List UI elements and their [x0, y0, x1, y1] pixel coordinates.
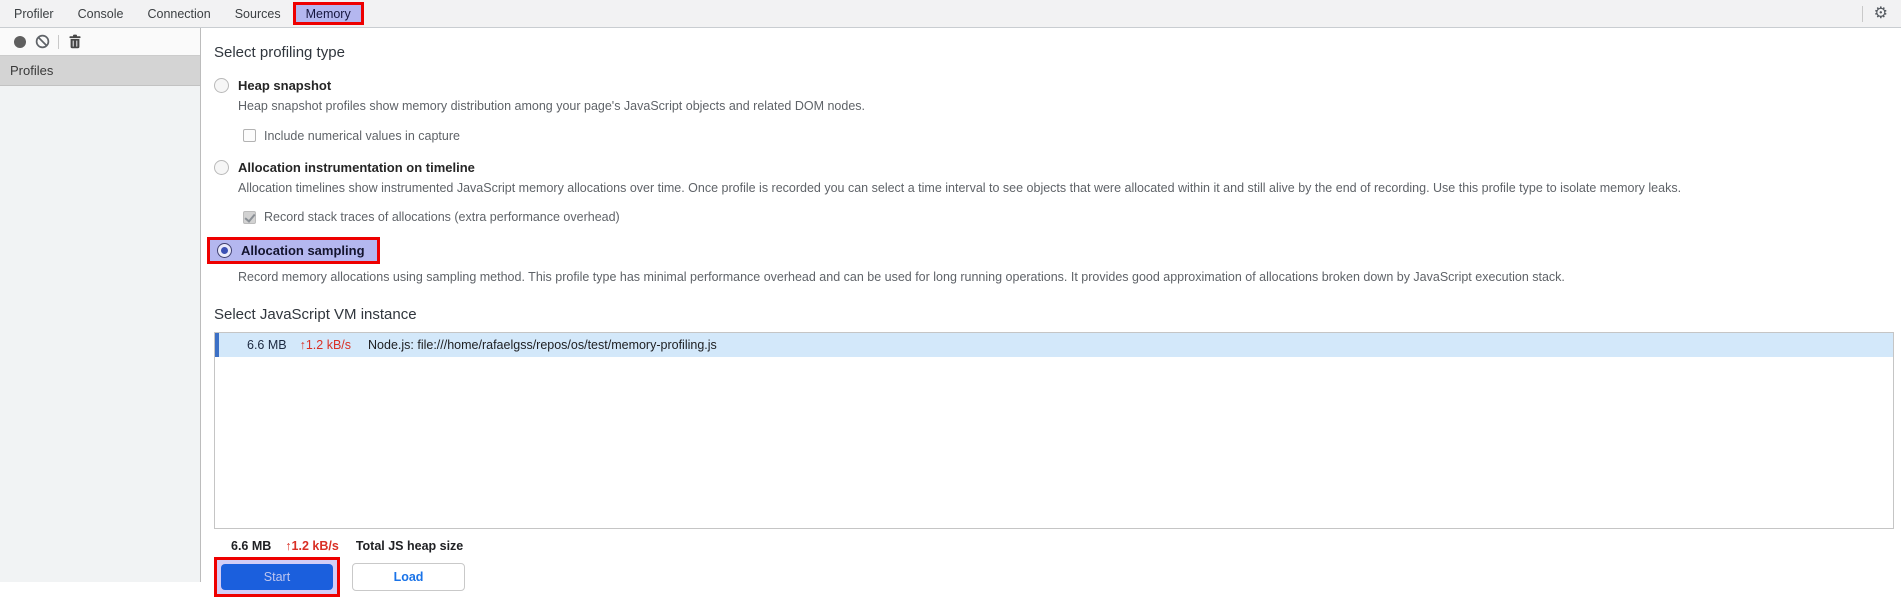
tab-memory[interactable]: Memory [292, 2, 364, 25]
tab-profiler[interactable]: Profiler [2, 0, 66, 27]
devtools-window: Profiler Console Connection Sources Memo… [0, 0, 1901, 597]
tabbar-divider [1861, 5, 1863, 22]
tabbar-right: ⚙ [1861, 5, 1901, 22]
option-description: Heap snapshot profiles show memory distr… [238, 99, 866, 113]
radio-allocation-timeline[interactable] [214, 159, 229, 175]
tabbar: Profiler Console Connection Sources Memo… [0, 0, 1901, 28]
option-label: Allocation sampling [241, 243, 365, 259]
delete-profile-icon[interactable] [64, 31, 86, 53]
option-description: Record memory allocations using sampling… [238, 270, 1565, 285]
tab-connection[interactable]: Connection [135, 0, 222, 27]
ban-icon [35, 34, 49, 49]
option-heap-snapshot[interactable]: Heap snapshot [214, 78, 1901, 93]
option-label: Allocation instrumentation on timeline [238, 159, 475, 175]
heap-stats: 6.6 MB ↑1.2 kB/s Total JS heap size [231, 539, 1901, 553]
clear-profiles-icon[interactable] [31, 31, 53, 53]
vm-instance-name: Node.js: file:///home/rafaelgss/repos/os… [368, 337, 717, 352]
content-area: Profiles Select profiling type Heap snap… [0, 28, 1901, 597]
tab-console[interactable]: Console [66, 0, 136, 27]
option-allocation-timeline[interactable]: Allocation instrumentation on timeline [214, 159, 1901, 175]
option-allocation-sampling[interactable]: Allocation sampling [207, 237, 380, 265]
radio-heap-snapshot[interactable] [214, 78, 229, 93]
option-description: Allocation timelines show instrumented J… [238, 180, 1682, 195]
radio-allocation-sampling[interactable] [217, 243, 232, 259]
start-button[interactable]: Start [221, 563, 333, 590]
record-stack-traces-row: Record stack traces of allocations (extr… [243, 210, 1901, 224]
vm-heap-size: 6.6 MB [247, 337, 287, 352]
vm-heap-rate: ↑1.2 kB/s [299, 337, 352, 352]
trash-icon [69, 34, 81, 49]
memory-panel: Select profiling type Heap snapshot Heap… [201, 28, 1901, 597]
profiler-toolbar [0, 28, 200, 56]
record-profile-icon[interactable] [9, 31, 31, 53]
profiles-section-header: Profiles [0, 56, 200, 86]
include-numerical-values-checkbox[interactable] [243, 129, 256, 143]
checkbox-label: Record stack traces of allocations (extr… [264, 210, 620, 225]
vm-instance-row[interactable]: 6.6 MB ↑1.2 kB/s Node.js: file:///home/r… [215, 332, 1893, 357]
profiling-type-heading: Select profiling type [214, 44, 345, 61]
vm-instance-heading: Select JavaScript VM instance [214, 305, 417, 323]
vm-instance-list: 6.6 MB ↑1.2 kB/s Node.js: file:///home/r… [214, 331, 1894, 529]
settings-gear-icon[interactable]: ⚙ [1874, 5, 1888, 22]
load-button[interactable]: Load [352, 562, 465, 591]
record-dot-icon [14, 35, 26, 48]
toolbar-divider [58, 34, 59, 49]
start-annotation-box: Start [214, 556, 340, 597]
total-heap-size-label: Total JS heap size [355, 538, 464, 553]
option-label: Heap snapshot [238, 78, 332, 93]
profiles-list-empty [0, 86, 200, 582]
include-numerical-values-row[interactable]: Include numerical values in capture [243, 129, 1901, 143]
record-stack-traces-checkbox [243, 210, 256, 224]
total-heap-rate-value: ↑1.2 kB/s [285, 538, 339, 553]
total-heap-size-value: 6.6 MB [231, 538, 272, 553]
profiles-sidebar: Profiles [0, 28, 201, 582]
tab-sources[interactable]: Sources [223, 0, 293, 27]
action-buttons: Start Load [214, 556, 1901, 597]
checkbox-label: Include numerical values in capture [264, 128, 460, 143]
